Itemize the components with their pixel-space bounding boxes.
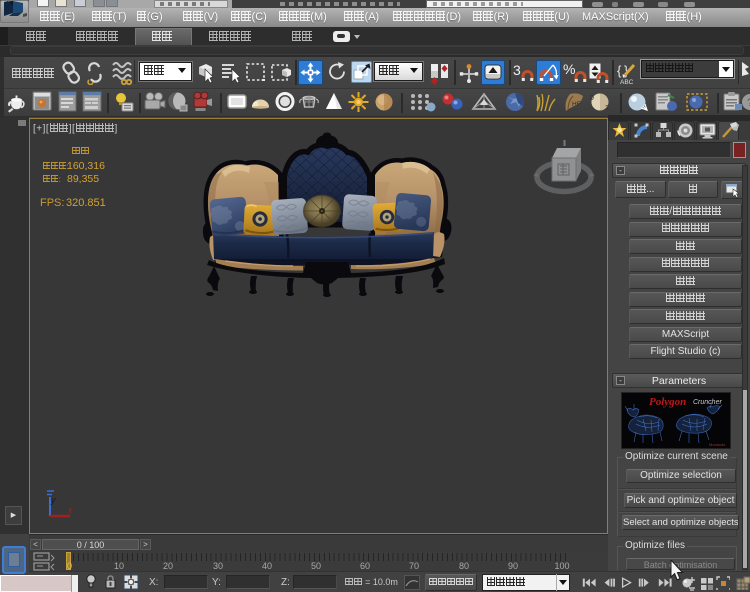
- svg-text:Cruncher: Cruncher: [693, 399, 722, 406]
- svg-text:ABC: ABC: [620, 79, 634, 85]
- svg-text:y: y: [50, 495, 56, 505]
- svg-text:HF: HF: [572, 101, 581, 108]
- svg-text:Mootools: Mootools: [709, 442, 725, 447]
- svg-text:0: 0: [590, 95, 594, 102]
- svg-text:x: x: [67, 505, 73, 515]
- svg-text:Polygon: Polygon: [649, 396, 686, 408]
- svg-text:{: {: [617, 63, 622, 78]
- svg-text:2: 2: [605, 105, 609, 112]
